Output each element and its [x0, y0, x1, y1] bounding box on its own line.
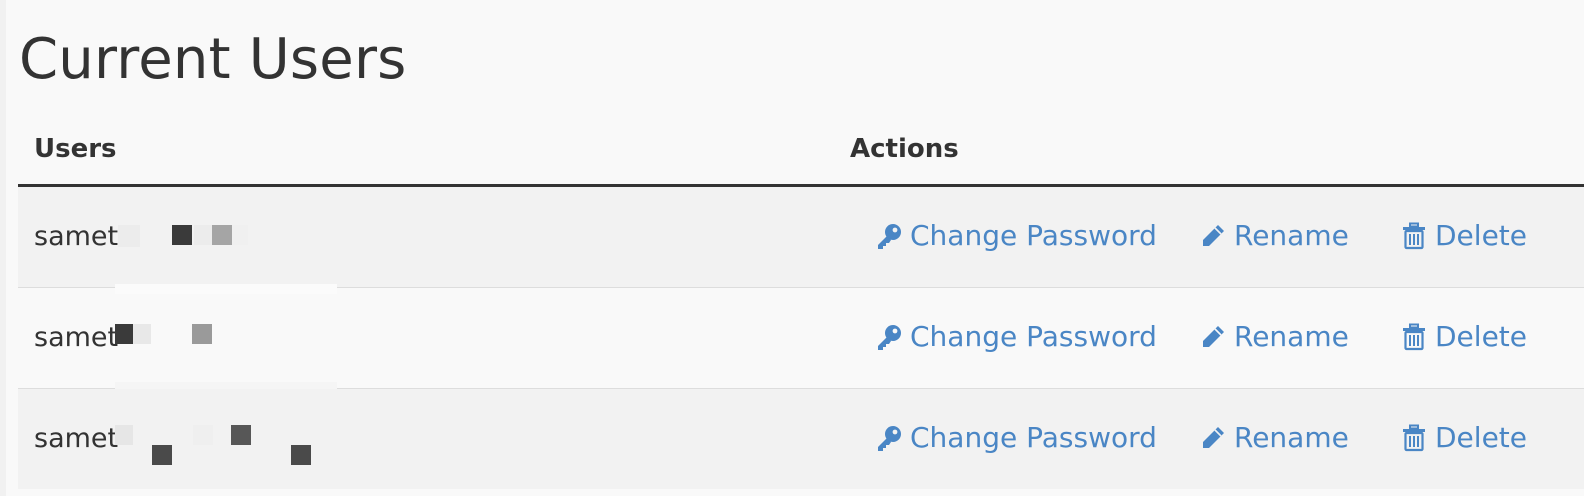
change-password-link[interactable]: Change Password [874, 219, 1157, 252]
delete-link[interactable]: Delete [1399, 421, 1527, 454]
left-edge-divider [0, 0, 6, 496]
table-row: samet Change Password Rename Delete [18, 284, 1584, 390]
pencil-icon [1198, 423, 1228, 453]
trash-icon [1399, 322, 1429, 352]
change-password-link[interactable]: Change Password [874, 320, 1157, 353]
username-cell: samet [34, 423, 119, 454]
trash-icon [1399, 423, 1429, 453]
table-row: samet Change Password Rename Delete [18, 389, 1584, 489]
rename-label: Rename [1234, 219, 1349, 252]
username-cell: samet [34, 322, 119, 353]
rename-link[interactable]: Rename [1198, 421, 1349, 454]
change-password-label: Change Password [910, 421, 1157, 454]
table-header: Users Actions [18, 118, 1584, 187]
rename-label: Rename [1234, 421, 1349, 454]
header-actions: Actions [850, 134, 959, 164]
key-icon [874, 322, 904, 352]
header-users: Users [34, 134, 117, 164]
key-icon [874, 221, 904, 251]
rename-link[interactable]: Rename [1198, 320, 1349, 353]
delete-label: Delete [1435, 219, 1527, 252]
key-icon [874, 423, 904, 453]
rename-link[interactable]: Rename [1198, 219, 1349, 252]
table-row: samet Change Password Rename Delete [18, 187, 1584, 288]
change-password-link[interactable]: Change Password [874, 421, 1157, 454]
users-table: Users Actions samet Change Password Rena… [18, 118, 1584, 489]
page-title: Current Users [19, 27, 407, 92]
change-password-label: Change Password [910, 320, 1157, 353]
change-password-label: Change Password [910, 219, 1157, 252]
delete-link[interactable]: Delete [1399, 320, 1527, 353]
username-cell: samet [34, 221, 119, 252]
trash-icon [1399, 221, 1429, 251]
pencil-icon [1198, 221, 1228, 251]
pencil-icon [1198, 322, 1228, 352]
current-users-panel: Current Users Users Actions samet Change… [0, 0, 1584, 496]
delete-label: Delete [1435, 421, 1527, 454]
rename-label: Rename [1234, 320, 1349, 353]
delete-label: Delete [1435, 320, 1527, 353]
delete-link[interactable]: Delete [1399, 219, 1527, 252]
